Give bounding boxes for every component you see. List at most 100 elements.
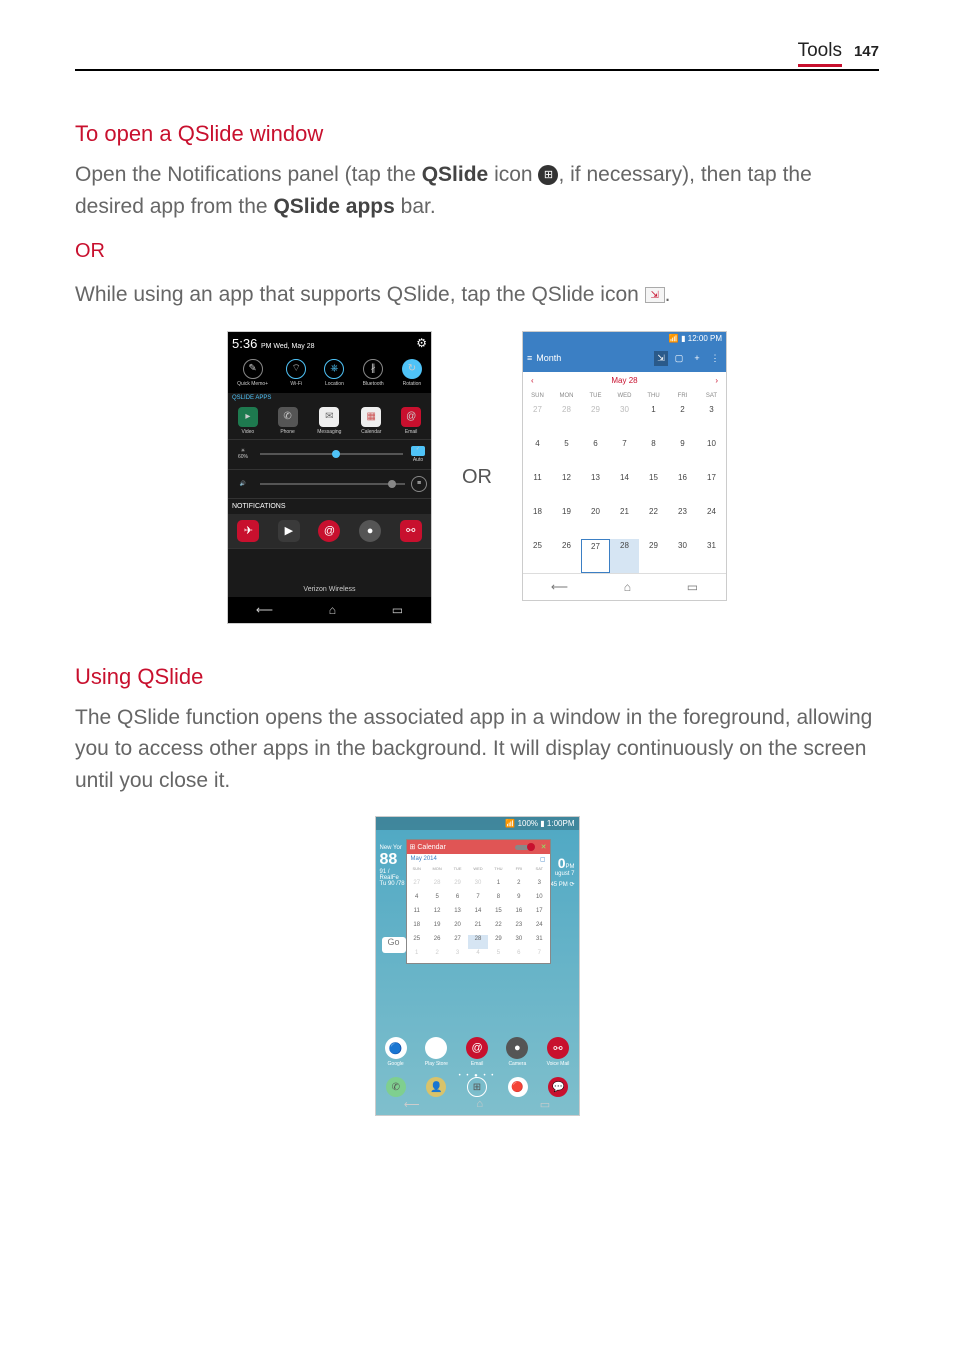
notifications-label: NOTIFICATIONS: [228, 498, 431, 514]
qslide-app-phone[interactable]: ✆Phone: [278, 407, 298, 435]
brightness-slider[interactable]: [260, 453, 403, 455]
calendar-grid[interactable]: 27282930123 45678910 11121314151617 1819…: [523, 403, 726, 573]
brightness-auto[interactable]: ✓Auto: [409, 446, 427, 463]
toggle-rotation[interactable]: ↻Rotation: [402, 359, 422, 387]
home-app-google[interactable]: 🔵Google: [385, 1037, 407, 1067]
qslide-app-icon: ⇲: [645, 287, 665, 303]
figure-or-label: OR: [462, 466, 492, 489]
google-search-button[interactable]: Go: [382, 937, 406, 953]
page-header: Tools 147: [75, 40, 879, 71]
nav-recent-icon[interactable]: ▭: [540, 1098, 550, 1111]
nav-recent-icon[interactable]: ▭: [392, 603, 403, 617]
nav-home-icon[interactable]: ⌂: [329, 603, 336, 617]
qslide-window-title: Calendar: [417, 844, 445, 851]
dock-icon-3[interactable]: @: [318, 520, 340, 542]
next-month-icon[interactable]: ›: [715, 376, 718, 385]
battery-percent: 100%: [518, 819, 538, 828]
toggle-location[interactable]: ⎈Location: [324, 359, 344, 387]
home-app-playstore[interactable]: ▶Play Store: [425, 1037, 448, 1067]
brightness-slider-row: ☀60% ✓Auto: [228, 439, 431, 469]
nav-back-icon[interactable]: ⟵: [551, 580, 568, 594]
view-label[interactable]: Month: [536, 353, 561, 363]
header-page-number: 147: [854, 43, 879, 60]
weather-widget[interactable]: New Yor 88 91 / RealFe Tu 90 /78: [380, 845, 408, 887]
qslide-app-video[interactable]: ▸Video: [238, 407, 258, 435]
figure-row-2: 📶 100% ▮ 1:00PM New Yor 88 91 / RealFe T…: [75, 816, 879, 1116]
nav-back-icon[interactable]: ⟵: [256, 603, 273, 617]
status-time: 12:00 PM: [688, 334, 722, 343]
volume-icon: 🔊: [232, 481, 254, 487]
paragraph-open-qslide: Open the Notifications panel (tap the QS…: [75, 159, 879, 222]
overlay-calendar-grid[interactable]: 27282930123 45678910 11121314151617 1819…: [407, 879, 550, 963]
header-section-label: Tools: [798, 40, 842, 67]
volume-slider[interactable]: [260, 483, 405, 485]
battery-icon: ▮: [681, 334, 685, 343]
calendar-subheader: ‹ May 28 ›: [523, 372, 726, 389]
nav-home-icon[interactable]: ⌂: [624, 580, 631, 594]
home-app-camera[interactable]: ●Camera: [506, 1037, 528, 1067]
text-fragment: While using an app that supports QSlide,…: [75, 283, 645, 306]
qslide-calendar-window[interactable]: ⊞ Calendar ✕ May 2014 ▢ SUNMONTUEWEDTHUF…: [406, 839, 551, 964]
menu-icon[interactable]: ≡: [527, 353, 532, 363]
notif-empty-area: [228, 548, 431, 578]
qslide-close-icon[interactable]: ✕: [541, 843, 547, 851]
qslide-apps-label: QSLIDE APPS: [228, 393, 431, 403]
time-suffix: PM Wed, May 28: [261, 343, 315, 350]
overlay-month-row: May 2014 ▢: [407, 854, 550, 865]
section-title-using-qslide: Using QSlide: [75, 664, 879, 690]
calendar-header: ≡ Month ⇲ ▢ + ⋮: [523, 345, 726, 372]
add-icon[interactable]: +: [690, 353, 704, 363]
text-fragment: icon: [488, 163, 538, 186]
bold-qslide: QSlide: [422, 163, 489, 186]
qslide-app-email[interactable]: @Email: [401, 407, 421, 435]
qslide-app-calendar[interactable]: ▦Calendar: [361, 407, 381, 435]
dock-icon-5[interactable]: ⚯: [400, 520, 422, 542]
qslide-grip-icon[interactable]: ⊞: [410, 843, 416, 851]
nav-back-icon[interactable]: ⟵: [404, 1098, 420, 1111]
paragraph-using-qslide: The QSlide function opens the associated…: [75, 702, 879, 797]
screenshot-notifications-panel: ⚙ 5:36 PM Wed, May 28 ✎Quick Memo+ ⌔Wi-F…: [227, 331, 432, 624]
or-label: OR: [75, 240, 879, 263]
overlay-month-label: May 2014: [411, 856, 437, 863]
home-app-voicemail[interactable]: ⚯Voice Mail: [547, 1037, 570, 1067]
overlay-today-icon[interactable]: ▢: [540, 856, 546, 863]
clock-widget[interactable]: 0PM ugust 7 45 PM ⟳: [550, 855, 574, 888]
toggle-quickmemo[interactable]: ✎Quick Memo+: [237, 359, 268, 387]
signal-icon: 📶: [669, 334, 679, 343]
home-app-email[interactable]: @Email: [466, 1037, 488, 1067]
text-fragment: .: [665, 283, 671, 306]
qslide-icon[interactable]: ⇲: [654, 351, 668, 366]
gear-icon[interactable]: ⚙: [416, 336, 427, 350]
qslide-opacity-slider[interactable]: [515, 845, 535, 850]
nav-recent-icon[interactable]: ▭: [687, 580, 698, 594]
brightness-icon: ☀60%: [232, 448, 254, 460]
notif-time: 5:36 PM Wed, May 28: [232, 336, 315, 351]
nav-bar: ⟵ ⌂ ▭: [228, 597, 431, 623]
dock-icon-2[interactable]: ▶: [278, 520, 300, 542]
overlay-day-names: SUNMONTUEWEDTHUFRISAT: [407, 865, 550, 879]
dock-icon-1[interactable]: ✈: [237, 520, 259, 542]
home-app-row: 🔵Google ▶Play Store @Email ●Camera ⚯Voic…: [376, 1037, 579, 1067]
figure-row-1: ⚙ 5:36 PM Wed, May 28 ✎Quick Memo+ ⌔Wi-F…: [75, 331, 879, 624]
dock-icon-4[interactable]: ●: [359, 520, 381, 542]
overflow-icon[interactable]: ⋮: [708, 353, 722, 364]
prev-month-icon[interactable]: ‹: [531, 376, 534, 385]
today-icon[interactable]: ▢: [672, 353, 686, 364]
status-bar: 📶 100% ▮ 1:00PM: [376, 817, 579, 830]
nav-home-icon[interactable]: ⌂: [476, 1098, 483, 1111]
toggle-wifi[interactable]: ⌔Wi-Fi: [286, 359, 306, 387]
screenshot-qslide-overlay: 📶 100% ▮ 1:00PM New Yor 88 91 / RealFe T…: [375, 816, 580, 1116]
bold-qslide-apps: QSlide apps: [273, 195, 394, 218]
qslide-app-messaging[interactable]: ✉Messaging: [317, 407, 341, 435]
qslide-panel-icon: ⊞: [538, 165, 558, 185]
toggle-bluetooth[interactable]: ∦Bluetooth: [363, 359, 384, 387]
volume-settings-icon[interactable]: ≡: [411, 476, 427, 492]
qslide-apps-bar: ▸Video ✆Phone ✉Messaging ▦Calendar @Emai…: [228, 403, 431, 439]
calendar-day-names: SUN MON TUE WED THU FRI SAT: [523, 389, 726, 403]
volume-slider-row: 🔊 ≡: [228, 469, 431, 498]
notif-dock-row: ✈ ▶ @ ● ⚯: [228, 514, 431, 548]
month-label: May 28: [611, 376, 637, 385]
qslide-window-header[interactable]: ⊞ Calendar ✕: [407, 840, 550, 854]
status-time: 1:00PM: [547, 819, 575, 828]
text-fragment: Open the Notifications panel (tap the: [75, 163, 422, 186]
